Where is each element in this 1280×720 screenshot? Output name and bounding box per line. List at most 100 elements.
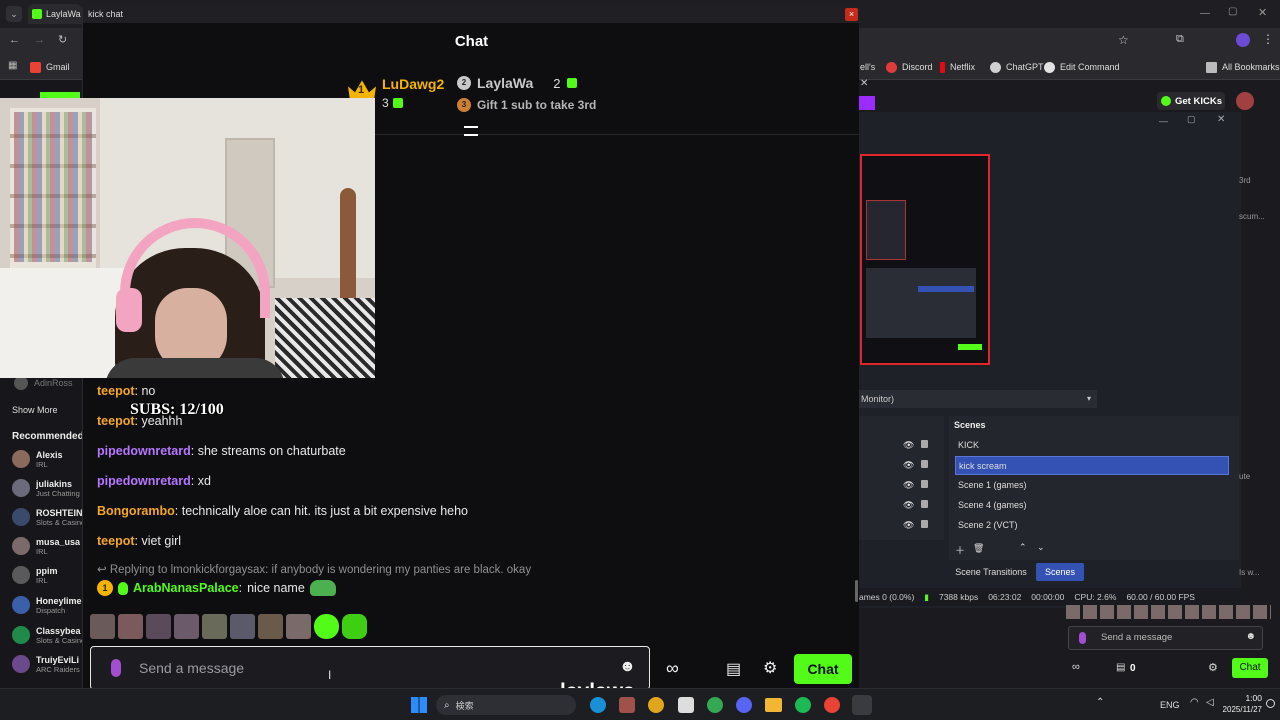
eye-icon[interactable]: 👁 [903, 480, 914, 491]
browser-tab[interactable]: LaylaWa [28, 4, 82, 24]
eye-icon[interactable]: 👁 [903, 460, 914, 471]
obs-minimize-icon[interactable]: — [1159, 116, 1168, 126]
green-emote-icon[interactable] [314, 614, 339, 639]
scene-item[interactable]: Scene 2 (VCT) [955, 516, 1229, 535]
chat-message[interactable]: teepot: viet girl [97, 534, 181, 548]
chat-username[interactable]: teepot [97, 384, 135, 398]
clock-date[interactable]: 2025/11/27 [1220, 705, 1262, 714]
bookmark-chatgpt[interactable]: ChatGPT [990, 54, 1044, 80]
chat-message-input[interactable] [139, 657, 599, 679]
notification-icon[interactable] [1266, 699, 1275, 708]
obs-preview[interactable] [860, 154, 990, 365]
chat-message[interactable]: pipedownretard: she streams on chaturbat… [97, 444, 346, 458]
back-icon[interactable]: ← [9, 34, 20, 46]
chat-message[interactable]: pipedownretard: xd [97, 474, 211, 488]
scrollbar-thumb[interactable] [855, 580, 858, 602]
folder-icon[interactable] [765, 698, 782, 712]
clock-time[interactable]: 1:00 [1226, 693, 1262, 703]
close-button[interactable]: × [845, 8, 858, 21]
maximize-icon[interactable]: ▢ [1228, 6, 1237, 17]
emote[interactable] [118, 614, 143, 639]
emote[interactable] [230, 614, 255, 639]
green-emote-icon[interactable] [342, 614, 367, 639]
emote[interactable] [174, 614, 199, 639]
scene-item[interactable]: Scene 4 (games) [955, 496, 1229, 515]
scene-item[interactable]: Scene 1 (games) [955, 476, 1229, 495]
sidebar-item[interactable]: ROSHTEIN Slots & Casino [12, 508, 82, 527]
reply-context[interactable]: ↩ Replying to lmonkickforgaysax: if anyb… [97, 562, 531, 576]
sidebar-item[interactable]: musa_usa IRL [12, 537, 82, 556]
obs-maximize-icon[interactable]: ▢ [1187, 114, 1196, 125]
chat-username[interactable]: teepot [97, 414, 135, 428]
get-kicks-button[interactable]: Get KICKs [1157, 92, 1225, 110]
move-down-icon[interactable]: ⌄ [1037, 542, 1045, 553]
edge-icon[interactable] [590, 697, 606, 713]
collapse-leaderboard-icon[interactable] [464, 126, 478, 136]
store-icon[interactable]: ▤ [726, 659, 741, 679]
lock-icon[interactable] [921, 480, 928, 488]
chat-username[interactable]: pipedownretard [97, 444, 191, 458]
menu-icon[interactable]: ⋮ [1262, 32, 1274, 46]
extensions-icon[interactable]: ⧉ [1176, 33, 1184, 46]
reload-icon[interactable]: ↻ [58, 33, 67, 46]
obs-icon[interactable] [852, 695, 872, 715]
leaderboard-second[interactable]: 2 LaylaWa 2 [457, 75, 577, 91]
right-store-icon[interactable]: ▤ [1116, 662, 1125, 673]
mic-icon[interactable] [111, 659, 121, 677]
star-icon[interactable]: ☆ [1118, 33, 1129, 47]
sidebar-item[interactable]: ppim IRL [12, 566, 82, 585]
taskbar-search[interactable]: ⌕ 検索 [436, 695, 576, 715]
chat-username[interactable]: Bongorambo [97, 504, 175, 518]
emote[interactable] [146, 614, 171, 639]
right-infinity-icon[interactable]: ∞ [1072, 661, 1080, 673]
eye-icon[interactable]: 👁 [903, 500, 914, 511]
volume-icon[interactable]: ◁ [1206, 697, 1214, 708]
chat-message[interactable]: teepot: yeahhh [97, 414, 182, 428]
lock-icon[interactable] [921, 500, 928, 508]
infinity-icon[interactable]: ∞ [666, 658, 679, 679]
bookmark-netflix[interactable]: Netflix [940, 54, 975, 80]
bookmark-ells[interactable]: ell's [860, 54, 875, 80]
store-app-icon[interactable] [678, 697, 694, 713]
lock-icon[interactable] [921, 440, 928, 448]
emote[interactable] [202, 614, 227, 639]
windows-start-icon[interactable] [411, 697, 427, 713]
chat-username[interactable]: ArabNanasPalace [133, 581, 239, 595]
sidebar-top-channel[interactable]: AdinRoss [14, 376, 73, 390]
tab-list-button[interactable]: ⌄ [6, 6, 22, 22]
right-chat-button[interactable]: Chat [1232, 658, 1268, 678]
monitor-dropdown[interactable]: Monitor) ▾ [859, 390, 1097, 408]
eye-icon[interactable]: 👁 [903, 520, 914, 531]
lock-icon[interactable] [921, 520, 928, 528]
sidebar-item[interactable]: Classybea Slots & Casino [12, 626, 82, 645]
obs-close-icon[interactable]: ✕ [1217, 114, 1225, 125]
tray-chevron-icon[interactable]: ⌃ [1096, 697, 1104, 708]
move-up-icon[interactable]: ⌃ [1019, 542, 1027, 553]
right-gear-icon[interactable]: ⚙ [1208, 661, 1218, 674]
show-more-link[interactable]: Show More [12, 405, 58, 415]
chrome-icon[interactable] [648, 697, 664, 713]
chat-message[interactable]: Bongorambo: technically aloe can hit. it… [97, 504, 468, 518]
scene-item[interactable]: KICK [955, 436, 1229, 455]
emoji-icon[interactable]: ☻ [619, 658, 636, 676]
scene-item-selected[interactable]: kick scream [955, 456, 1229, 475]
leaderboard-third[interactable]: 3 Gift 1 sub to take 3rd [457, 98, 596, 112]
minimize-icon[interactable]: — [1200, 8, 1210, 19]
sidebar-item[interactable]: Honeylime Dispatch [12, 596, 82, 615]
discord-icon[interactable] [736, 697, 752, 713]
chat-message[interactable]: teepot: no [97, 384, 155, 398]
delete-scene-icon[interactable]: 🗑 [973, 543, 984, 554]
emote[interactable] [258, 614, 283, 639]
bookmark-gmail[interactable]: Gmail [30, 54, 70, 80]
emote[interactable] [90, 614, 115, 639]
right-chat-input[interactable]: Send a message ☻ [1068, 626, 1263, 650]
chat-message[interactable]: 1 ArabNanasPalace: nice name [97, 580, 336, 596]
sidebar-item[interactable]: TruiyEviLi ARC Raiders [12, 655, 82, 674]
app-icon[interactable] [619, 697, 635, 713]
gear-icon[interactable]: ⚙ [763, 658, 777, 678]
wifi-icon[interactable]: ◠ [1190, 697, 1199, 708]
lock-icon[interactable] [921, 460, 928, 468]
window-close-icon[interactable]: ✕ [1258, 6, 1267, 19]
chat-username[interactable]: teepot [97, 534, 135, 548]
bookmark-all[interactable]: All Bookmarks [1206, 54, 1280, 80]
